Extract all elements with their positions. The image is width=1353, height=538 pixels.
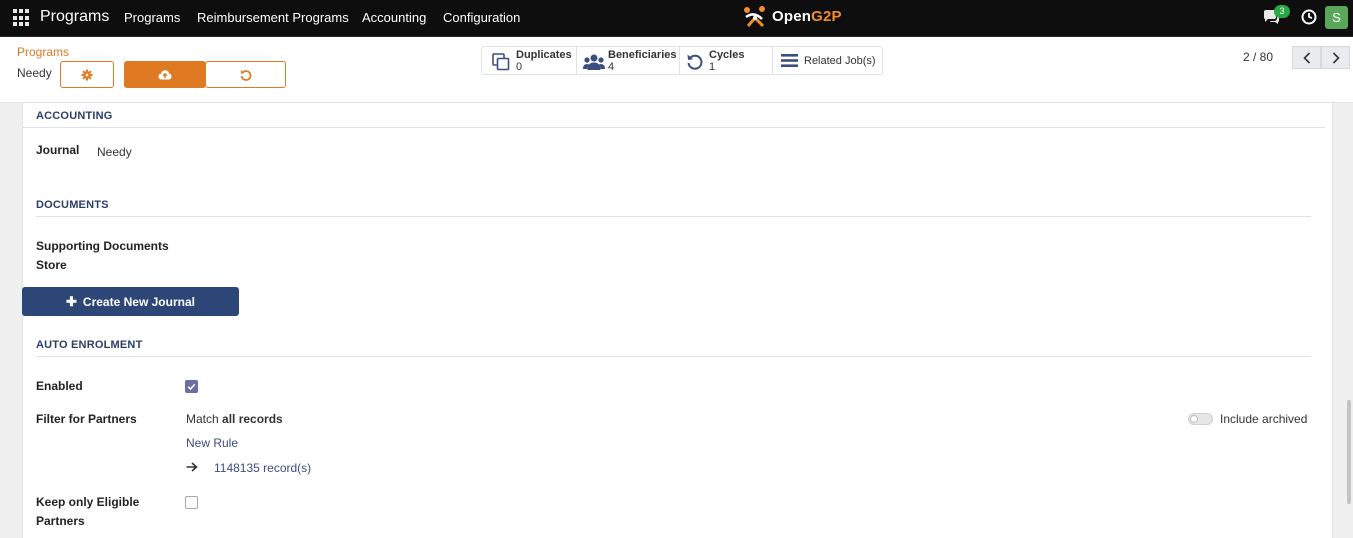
enabled-label: Enabled (36, 379, 83, 393)
accounting-divider (22, 127, 1325, 128)
list-icon (781, 54, 798, 67)
cycles-button[interactable]: Cycles 1 (680, 47, 773, 74)
page-scrollbar[interactable] (1347, 400, 1351, 504)
record-count-link[interactable]: 1148135 record(s) (214, 461, 311, 475)
plus-icon: ✚ (66, 293, 77, 309)
beneficiaries-label: Beneficiaries (608, 49, 677, 61)
chevron-left-icon (1302, 51, 1310, 64)
include-archived-label: Include archived (1220, 412, 1308, 426)
chat-count-badge: 3 (1274, 5, 1290, 18)
journal-value[interactable]: Needy (97, 145, 132, 159)
history-icon (687, 54, 703, 70)
auto-enrolment-section-title: AUTO ENROLMENT (36, 339, 143, 351)
breadcrumb-current: Needy (17, 66, 52, 80)
cycles-label: Cycles (709, 49, 745, 61)
openg2p-logo-icon (744, 6, 765, 28)
keep-eligible-checkbox[interactable] (185, 496, 198, 509)
domain-match-summary: Match all records (186, 412, 283, 426)
duplicates-label: Duplicates (516, 49, 572, 61)
save-button[interactable] (124, 61, 206, 88)
pager-value[interactable]: 2 / 80 (1243, 50, 1273, 64)
filter-for-partners-label: Filter for Partners (36, 412, 137, 426)
menu-programs[interactable]: Programs (124, 10, 180, 25)
menu-accounting[interactable]: Accounting (362, 10, 426, 25)
beneficiaries-button[interactable]: Beneficiaries 4 (577, 47, 680, 74)
auto-enrolment-divider (36, 356, 1311, 357)
keep-eligible-label-2: Partners (36, 514, 85, 528)
related-jobs-button[interactable]: Related Job(s) (773, 47, 882, 74)
top-navbar: Programs Programs Reimbursement Programs… (0, 0, 1353, 37)
cycles-count: 1 (709, 61, 716, 73)
supporting-documents-store-label: Supporting Documents (36, 239, 169, 253)
related-jobs-label: Related Job(s) (804, 55, 876, 67)
duplicates-count: 0 (516, 61, 523, 73)
duplicates-button[interactable]: Duplicates 0 (482, 47, 577, 74)
users-icon (583, 54, 605, 70)
gear-icon (81, 69, 93, 80)
undo-icon (240, 69, 251, 81)
new-rule-link[interactable]: New Rule (186, 436, 238, 450)
cloud-upload-icon (158, 69, 172, 79)
copy-icon (492, 53, 510, 71)
menu-configuration[interactable]: Configuration (443, 10, 520, 25)
app-name[interactable]: Programs (40, 8, 109, 26)
clock-icon[interactable] (1301, 9, 1317, 25)
smart-buttons: Duplicates 0 Beneficiaries 4 Cycles 1 Re… (481, 46, 883, 75)
include-archived-toggle[interactable] (1188, 413, 1213, 425)
menu-reimbursement-programs[interactable]: Reimbursement Programs (197, 10, 349, 25)
pager-previous-button[interactable] (1292, 46, 1321, 69)
beneficiaries-count: 4 (608, 61, 615, 73)
apps-menu-icon[interactable] (13, 9, 31, 27)
arrow-right-icon (186, 462, 198, 472)
check-icon (187, 383, 196, 391)
discard-button[interactable] (205, 61, 286, 88)
accounting-section-title: ACCOUNTING (36, 110, 113, 122)
supporting-documents-store-label-2: Store (36, 258, 67, 272)
enabled-checkbox[interactable] (185, 380, 198, 393)
create-new-journal-button[interactable]: ✚ Create New Journal (22, 287, 239, 316)
create-new-journal-label: Create New Journal (82, 294, 195, 309)
control-panel: Programs Needy Duplicates 0 Beneficiarie… (0, 37, 1353, 103)
breadcrumb-programs[interactable]: Programs (17, 45, 69, 59)
documents-section-title: DOCUMENTS (36, 199, 109, 211)
journal-label: Journal (36, 143, 80, 157)
keep-eligible-label: Keep only Eligible (36, 495, 140, 509)
chevron-right-icon (1332, 51, 1340, 64)
settings-button[interactable] (60, 61, 114, 88)
pager-next-button[interactable] (1321, 46, 1350, 69)
logo-text: OpenG2P (772, 8, 842, 25)
user-avatar[interactable]: S (1325, 6, 1348, 29)
documents-divider (36, 216, 1311, 217)
